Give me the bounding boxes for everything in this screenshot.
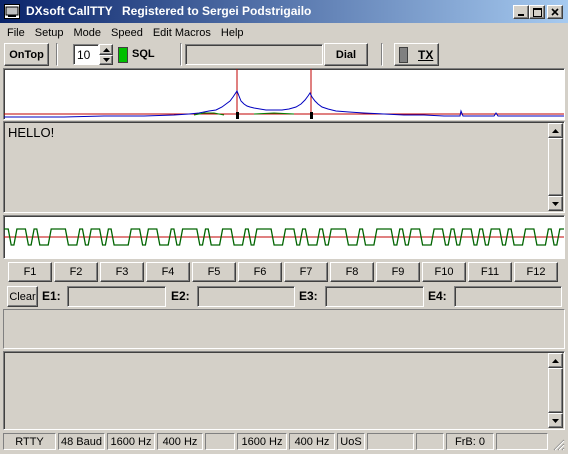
- resize-grip-icon: [553, 439, 565, 451]
- receive-scroll-thumb[interactable]: [548, 138, 563, 196]
- e1-label: E1:: [42, 289, 61, 303]
- receive-scroll-up[interactable]: [548, 123, 563, 138]
- status-mark-2: 1600 Hz: [237, 433, 287, 450]
- receive-scroll-down[interactable]: [548, 196, 563, 211]
- minimize-icon: [518, 14, 524, 16]
- menu-setup[interactable]: Setup: [30, 27, 69, 39]
- receive-text: HELLO!: [8, 125, 55, 140]
- resize-grip[interactable]: [552, 438, 565, 451]
- info-panel: [3, 309, 565, 349]
- maximize-button[interactable]: [529, 5, 545, 19]
- f9-key[interactable]: F9: [376, 262, 420, 282]
- f8-key[interactable]: F8: [330, 262, 374, 282]
- menu-edit-macros[interactable]: Edit Macros: [148, 27, 216, 39]
- sql-label: SQL: [132, 48, 155, 60]
- menu-speed[interactable]: Speed: [106, 27, 148, 39]
- app-icon: [4, 4, 20, 19]
- f5-key[interactable]: F5: [192, 262, 236, 282]
- f12-key[interactable]: F12: [514, 262, 558, 282]
- status-frb: FrB: 0: [446, 433, 494, 450]
- transmit-scrollbar[interactable]: [548, 353, 563, 428]
- tx-label: TX: [418, 47, 434, 62]
- e4-field[interactable]: [454, 286, 562, 307]
- title-bar: DXsoft CallTTY Registered to Sergei Pods…: [0, 0, 568, 23]
- status-baud: 48 Baud: [58, 433, 105, 450]
- sql-led: [118, 47, 128, 63]
- speed-field[interactable]: 10: [73, 44, 99, 65]
- speed-spin-up[interactable]: [99, 44, 113, 55]
- tuning-display: [3, 215, 565, 259]
- toolbar-divider-3: [381, 43, 383, 66]
- e2-field[interactable]: [197, 286, 295, 307]
- spin-down-icon: [102, 58, 110, 62]
- transmit-text-area[interactable]: [3, 351, 565, 430]
- speed-spin-down[interactable]: [99, 55, 113, 65]
- receive-text-area[interactable]: HELLO!: [3, 121, 565, 213]
- arrow-up-icon: [552, 128, 559, 133]
- menu-bar: File Setup Mode Speed Edit Macros Help: [2, 24, 566, 41]
- transmit-scroll-up[interactable]: [548, 353, 563, 368]
- transmit-scroll-thumb[interactable]: [548, 368, 563, 413]
- speed-value: 10: [77, 47, 91, 62]
- tuning-graph: [4, 228, 564, 246]
- menu-file[interactable]: File: [2, 27, 30, 39]
- call-input[interactable]: [185, 44, 323, 65]
- maximize-icon: [532, 7, 542, 17]
- e2-label: E2:: [171, 289, 190, 303]
- f7-key[interactable]: F7: [284, 262, 328, 282]
- status-uos: UoS: [337, 433, 365, 450]
- f11-key[interactable]: F11: [468, 262, 512, 282]
- toolbar-divider-2: [180, 43, 182, 66]
- window-app-name: DXsoft CallTTY: [26, 4, 113, 18]
- status-shift-2: 400 Hz: [289, 433, 335, 450]
- menu-mode[interactable]: Mode: [68, 27, 106, 39]
- clear-button[interactable]: Clear: [7, 286, 38, 307]
- status-mark: 1600 Hz: [107, 433, 155, 450]
- e1-field[interactable]: [67, 286, 166, 307]
- transmit-scroll-down[interactable]: [548, 413, 563, 428]
- spectrum-graph: [4, 69, 564, 119]
- status-blank-4: [496, 433, 548, 450]
- e3-label: E3:: [299, 289, 318, 303]
- status-mode: RTTY: [3, 433, 56, 450]
- spectrum-display[interactable]: [3, 68, 565, 120]
- arrow-down-icon: [552, 201, 559, 206]
- window-registration: Registered to Sergei Podstrigailo: [122, 4, 312, 18]
- minimize-button[interactable]: [513, 5, 529, 19]
- mark-tick: [236, 112, 239, 119]
- arrow-up-icon: [552, 358, 559, 363]
- ontop-button[interactable]: OnTop: [4, 43, 49, 66]
- f3-key[interactable]: F3: [100, 262, 144, 282]
- tx-led: [399, 46, 408, 63]
- status-blank-1: [205, 433, 235, 450]
- arrow-down-icon: [552, 418, 559, 423]
- close-icon: [551, 8, 559, 16]
- f2-key[interactable]: F2: [54, 262, 98, 282]
- status-shift: 400 Hz: [157, 433, 203, 450]
- f6-key[interactable]: F6: [238, 262, 282, 282]
- toolbar-divider-1: [56, 43, 58, 66]
- space-tick: [310, 112, 313, 119]
- e3-field[interactable]: [325, 286, 424, 307]
- close-button[interactable]: [547, 5, 563, 19]
- tx-button[interactable]: TX: [394, 43, 439, 66]
- menu-help[interactable]: Help: [216, 27, 249, 39]
- e4-label: E4:: [428, 289, 447, 303]
- dial-button[interactable]: Dial: [324, 43, 368, 66]
- f10-key[interactable]: F10: [422, 262, 466, 282]
- status-blank-2: [367, 433, 414, 450]
- spin-up-icon: [102, 47, 110, 52]
- receive-scrollbar[interactable]: [548, 123, 563, 211]
- status-blank-3: [416, 433, 444, 450]
- f1-key[interactable]: F1: [8, 262, 52, 282]
- f4-key[interactable]: F4: [146, 262, 190, 282]
